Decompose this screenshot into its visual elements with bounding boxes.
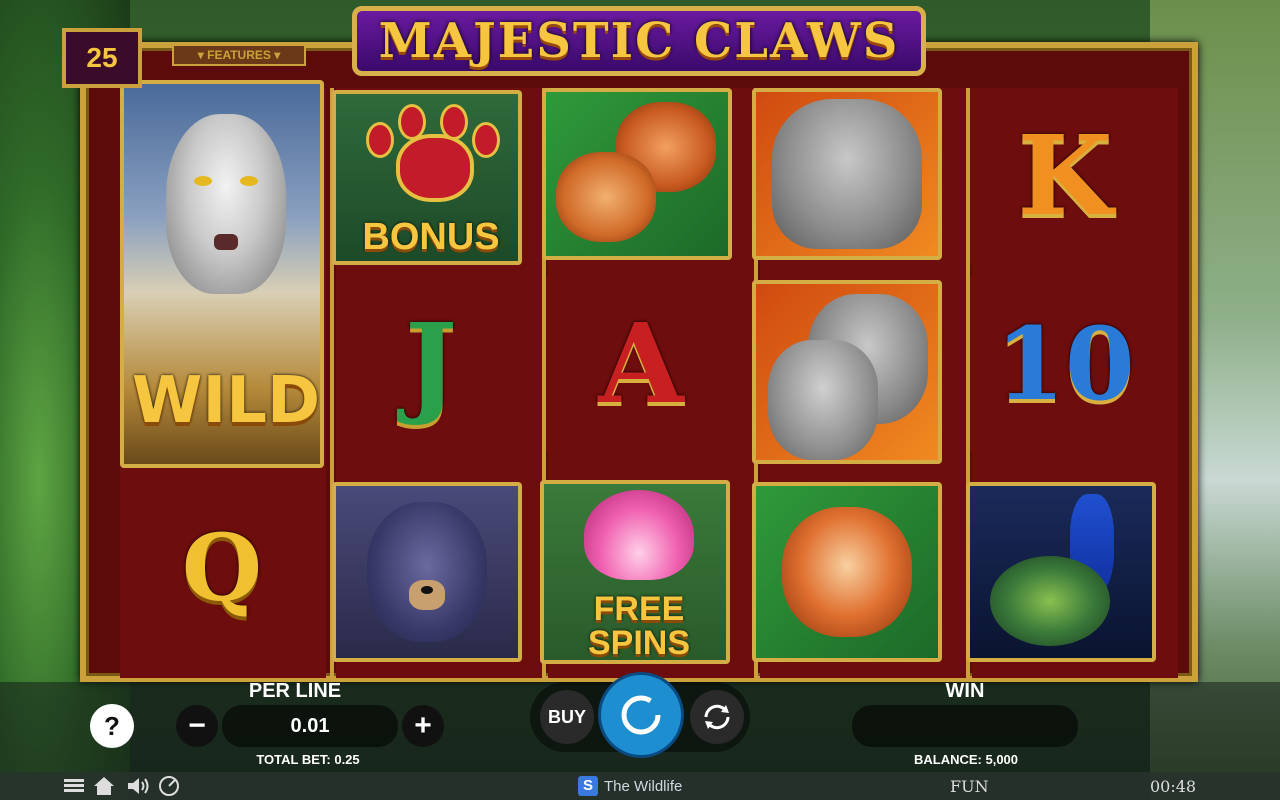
free-spins-lotus-symbol: FREE SPINS [540, 480, 730, 664]
autoplay-button[interactable] [690, 690, 744, 744]
paw-icon [396, 134, 474, 202]
provider-name: The Wildlife [604, 778, 683, 795]
red-panda-icon [782, 507, 912, 637]
speed-icon[interactable] [158, 775, 180, 797]
red-panda-symbol [752, 482, 942, 662]
game-title: MAJESTIC CLAWS [378, 13, 900, 69]
free-spins-label: FREE SPINS [587, 590, 691, 662]
elephant-icon [772, 99, 922, 249]
ace-letter: A [598, 298, 684, 428]
win-label: WIN [945, 680, 985, 702]
features-label: ▾ FEATURES ▾ [197, 48, 281, 62]
provider-logo-icon: S [578, 776, 598, 796]
home-icon[interactable] [92, 775, 116, 797]
red-panda-icon [556, 152, 656, 242]
bear-symbol [332, 482, 522, 662]
queen-letter: Q [181, 514, 263, 622]
help-button[interactable]: ? [90, 704, 134, 748]
king-letter: K [1017, 110, 1113, 240]
menu-icon[interactable] [64, 777, 84, 795]
jack-letter: J [404, 298, 458, 428]
total-bet: TOTAL BET: 0.25 [256, 752, 360, 767]
minus-icon: − [188, 709, 206, 742]
tiger-head-icon [166, 114, 286, 294]
buy-label: BUY [547, 706, 586, 727]
ten-number: 10 [995, 304, 1135, 423]
plus-icon: + [414, 709, 432, 742]
queen-symbol: Q [124, 478, 320, 658]
help-icon: ? [104, 710, 120, 741]
bonus-paw-symbol: BONUS [332, 90, 522, 265]
per-line-value: 0.01 [222, 705, 398, 747]
autoplay-icon [704, 704, 730, 730]
red-pandas-symbol [542, 88, 732, 260]
win-value [852, 705, 1078, 747]
balance: BALANCE: 5,000 [913, 752, 1019, 767]
paylines-count: 25 [86, 42, 118, 73]
decrease-bet-button[interactable]: − [176, 705, 218, 747]
lotus-icon [584, 490, 694, 580]
spin-icon [621, 695, 661, 735]
jack-symbol: J [336, 276, 526, 451]
sound-icon[interactable] [126, 775, 150, 797]
clock: 00:48 [1150, 777, 1197, 796]
peacock-symbol [966, 482, 1156, 662]
bonus-label: BONUS [362, 216, 500, 258]
king-symbol: K [970, 88, 1160, 263]
paylines-badge: 25 [62, 28, 142, 88]
bear-icon [367, 502, 487, 642]
spin-button[interactable] [598, 672, 684, 758]
ten-symbol: 10 [970, 276, 1160, 451]
elephants-symbol [752, 280, 942, 464]
wild-label: WILD [131, 364, 321, 438]
elephant-symbol [752, 88, 942, 260]
wild-tiger-symbol: WILD [120, 80, 324, 468]
features-tab[interactable]: ▾ FEATURES ▾ [172, 44, 306, 66]
game-title-plaque: MAJESTIC CLAWS [352, 6, 926, 76]
per-line-label: PER LINE [248, 680, 342, 702]
mode-indicator: FUN [950, 777, 989, 796]
ace-symbol: A [546, 276, 736, 451]
increase-bet-button[interactable]: + [402, 705, 444, 747]
buy-button[interactable]: BUY [540, 690, 594, 744]
elephant-icon [768, 340, 878, 460]
